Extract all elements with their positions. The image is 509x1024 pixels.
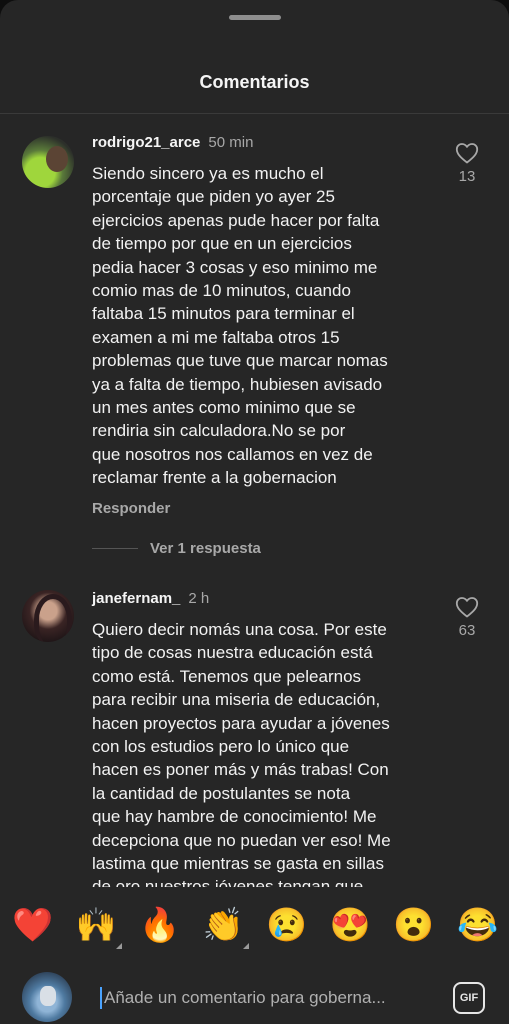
comment-username[interactable]: janefernam_: [92, 590, 180, 607]
comments-sheet: Comentarios rodrigo21_arce 50 min Siendo …: [0, 0, 509, 1024]
comment-text: Quiero decir nomás una cosa. Por este ti…: [92, 620, 391, 887]
replies-divider-line: [92, 548, 138, 549]
tears-of-joy-emoji-button[interactable]: 😂: [457, 905, 498, 945]
gif-button[interactable]: GIF: [453, 982, 485, 1014]
heart-icon: [455, 143, 479, 164]
comment-input[interactable]: Añade un comentario para goberna...: [100, 984, 430, 1012]
current-user-avatar: [22, 972, 72, 1022]
clapping-hands-emoji-button[interactable]: 👏: [202, 905, 249, 949]
raising-hands-emoji: 🙌: [75, 906, 117, 943]
clapping-hands-emoji: 👏: [202, 906, 244, 943]
heart-eyes-emoji-button[interactable]: 😍: [330, 905, 371, 945]
crying-face-emoji-button[interactable]: 😢: [266, 905, 307, 945]
like-count: 13: [458, 168, 476, 185]
like-button[interactable]: 63: [452, 596, 482, 639]
comment-time: 50 min: [208, 134, 254, 151]
sheet-title: Comentarios: [199, 72, 310, 92]
like-button[interactable]: 13: [452, 142, 482, 185]
skin-tone-indicator-icon: [115, 943, 122, 949]
view-replies-button[interactable]: Ver 1 respuesta: [92, 540, 261, 557]
skin-tone-indicator-icon: [242, 943, 249, 949]
comment-text: Siendo sincero ya es mucho el porcentaje…: [92, 164, 388, 488]
comment-username[interactable]: rodrigo21_arce: [92, 134, 200, 151]
comment-meta: janefernam_ 2 h: [92, 590, 209, 608]
emoji-reaction-bar: ❤️ 🙌 🔥 👏 😢 😍 😮 😂: [0, 890, 509, 960]
comment-time: 2 h: [188, 590, 210, 607]
reply-button[interactable]: Responder: [92, 500, 170, 517]
avatar[interactable]: [22, 590, 74, 642]
comment-meta: rodrigo21_arce 50 min: [92, 134, 253, 152]
avatar[interactable]: [22, 136, 74, 188]
red-heart-emoji-button[interactable]: ❤️: [12, 905, 53, 945]
drag-handle[interactable]: [229, 15, 281, 20]
heart-icon: [455, 597, 479, 618]
text-cursor: [100, 987, 102, 1009]
view-replies-label: Ver 1 respuesta: [150, 540, 261, 557]
like-count: 63: [458, 622, 476, 639]
comments-list[interactable]: rodrigo21_arce 50 min Siendo sincero ya e…: [0, 114, 509, 887]
comment-input-placeholder: Añade un comentario para goberna...: [104, 988, 386, 1007]
comment-compose-bar: Añade un comentario para goberna... GIF: [0, 962, 509, 1024]
surprised-face-emoji-button[interactable]: 😮: [393, 905, 434, 945]
fire-emoji-button[interactable]: 🔥: [139, 905, 180, 945]
raising-hands-emoji-button[interactable]: 🙌: [75, 905, 122, 949]
